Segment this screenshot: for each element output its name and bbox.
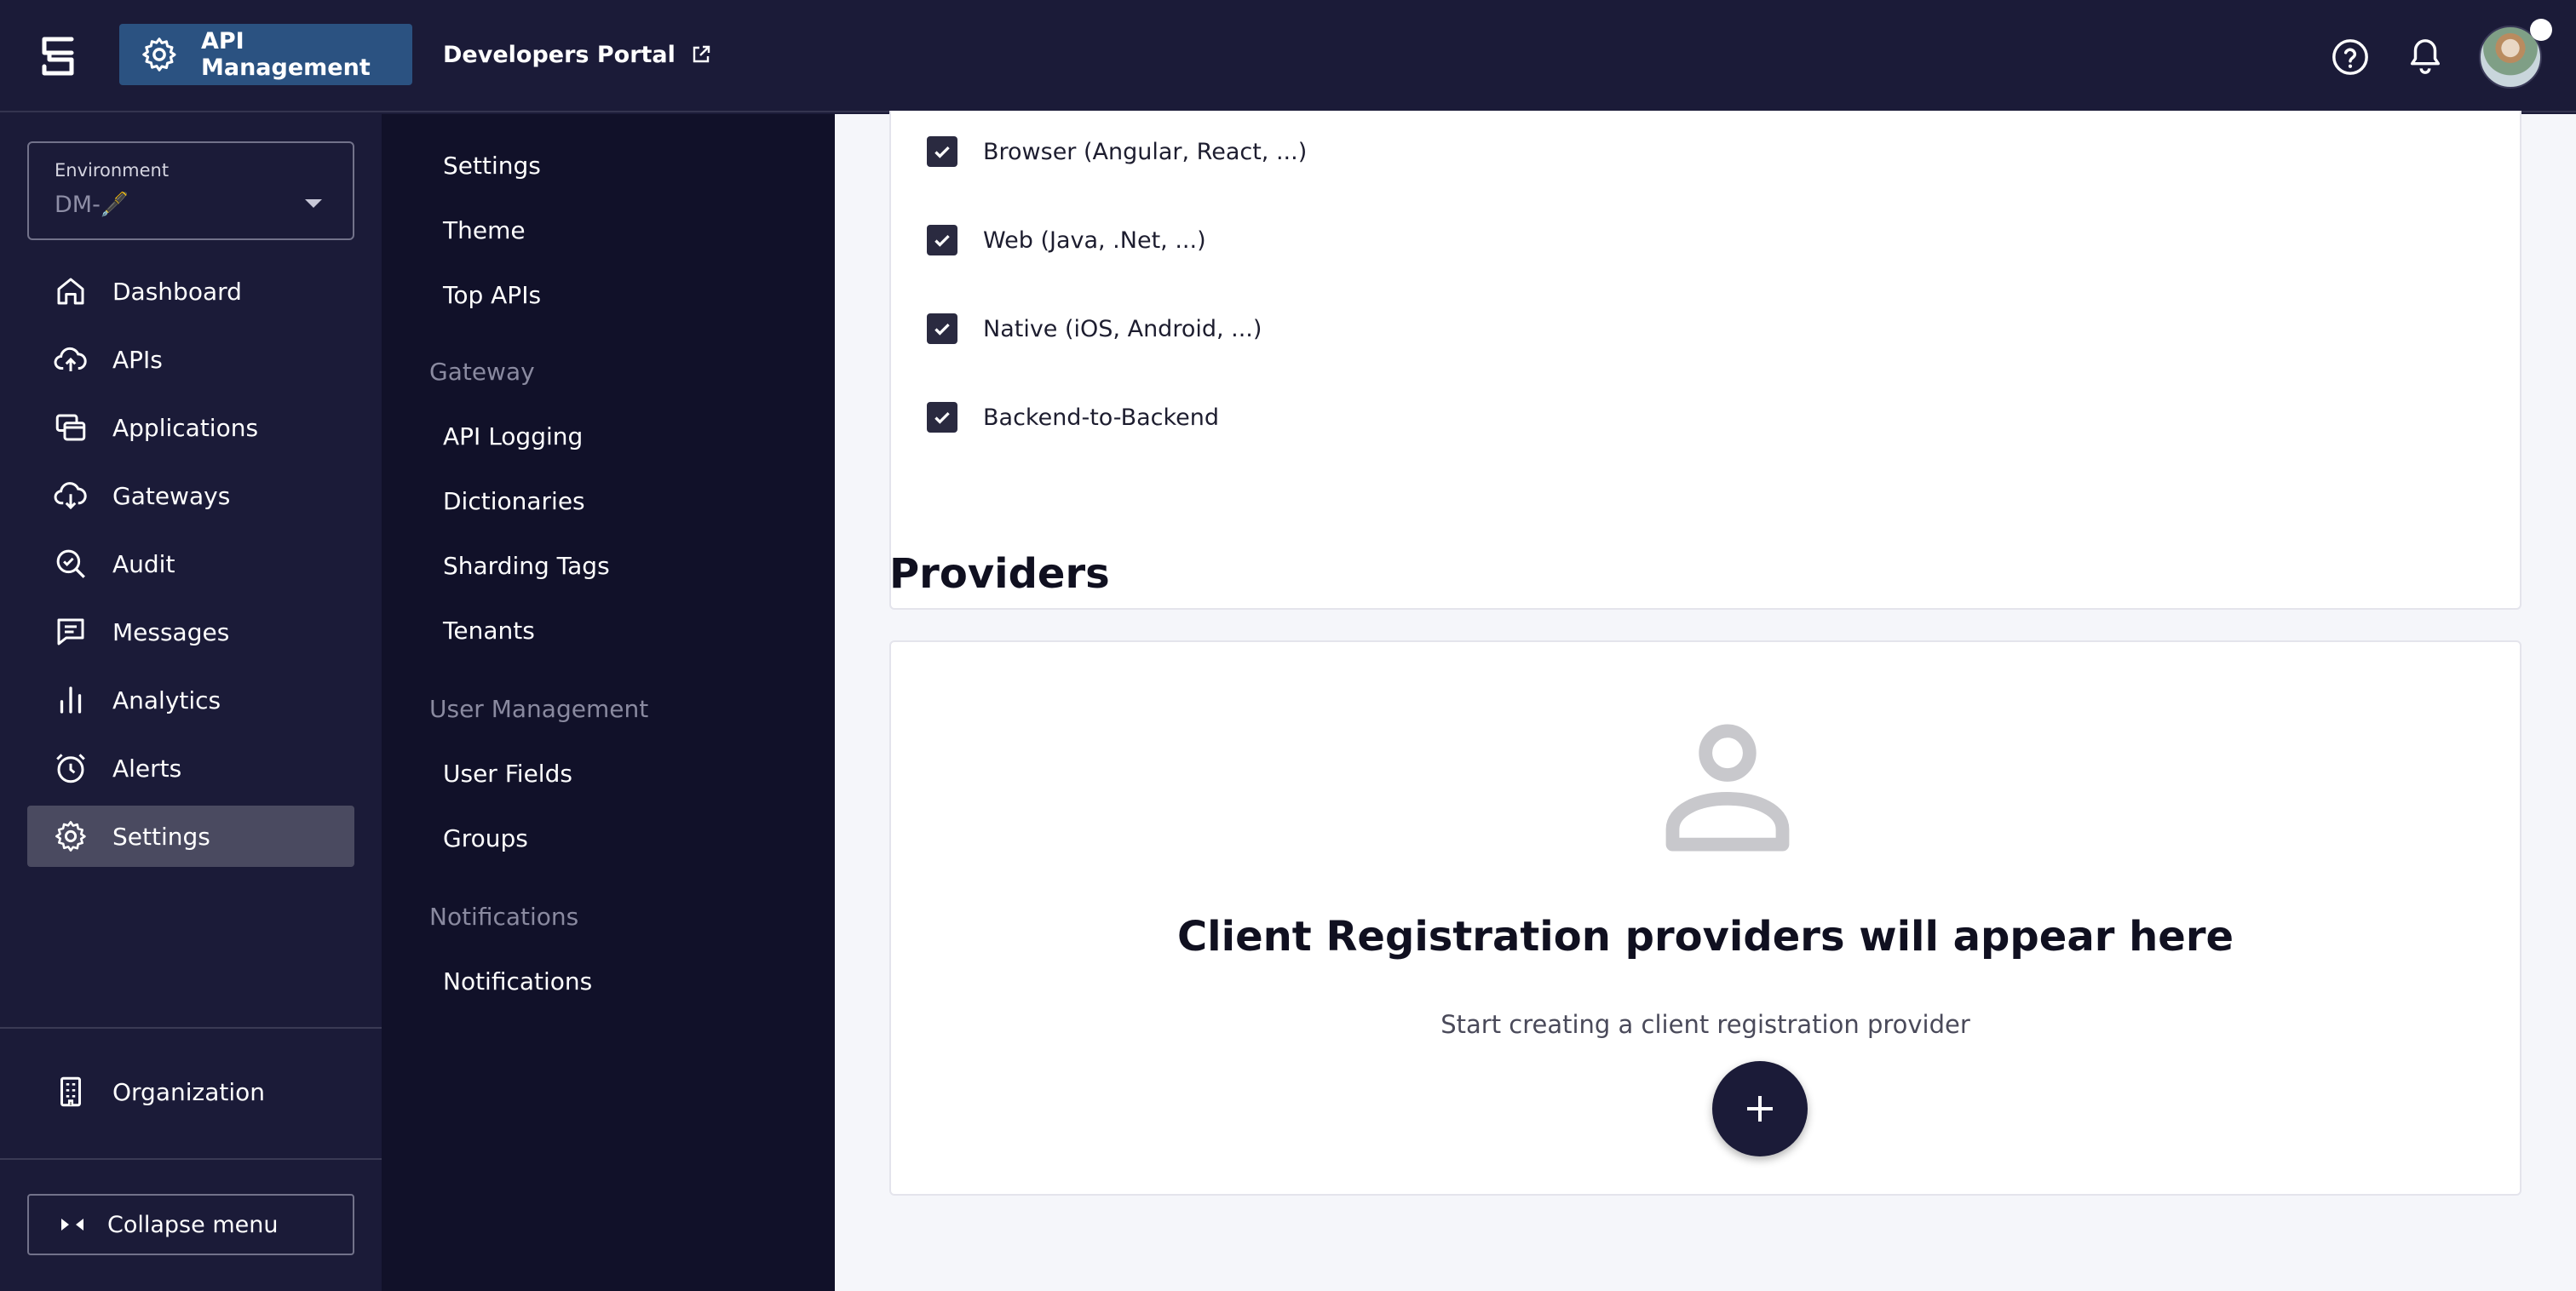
- building-icon: [60, 1076, 81, 1107]
- alarm-icon: [56, 754, 85, 783]
- top-bar: API Management Developers Portal: [0, 0, 2576, 112]
- submenu-item-tenants[interactable]: Tenants: [443, 617, 535, 645]
- nav-divider: [0, 1027, 382, 1029]
- collapse-arrows-icon: [61, 1219, 83, 1231]
- nav-item-messages[interactable]: Messages: [27, 601, 354, 663]
- environment-value: DM-🖋️: [55, 192, 129, 218]
- collapse-menu-label: Collapse menu: [107, 1211, 279, 1238]
- client-types-card: [889, 111, 2521, 610]
- submenu-item-api-logging[interactable]: API Logging: [443, 422, 583, 450]
- nav-item-label: Dashboard: [112, 277, 242, 306]
- checkbox-checked[interactable]: [927, 136, 957, 167]
- client-type-label: Browser (Angular, React, ...): [983, 138, 1308, 165]
- submenu-item-dictionaries[interactable]: Dictionaries: [443, 487, 585, 515]
- nav-item-label: Analytics: [112, 686, 221, 714]
- submenu-item-notifications[interactable]: Notifications: [443, 967, 592, 996]
- providers-empty-card: Client Registration providers will appea…: [889, 640, 2521, 1196]
- nav-item-label: APIs: [112, 345, 163, 374]
- nav-item-organization[interactable]: Organization: [27, 1061, 354, 1122]
- client-type-label: Web (Java, .Net, ...): [983, 227, 1206, 254]
- cloud-download-icon: [54, 482, 87, 510]
- check-icon: [934, 411, 950, 424]
- gravitee-logo-icon[interactable]: [37, 34, 78, 78]
- add-provider-button[interactable]: [1712, 1061, 1808, 1156]
- submenu-group-notifications: Notifications: [429, 903, 579, 931]
- nav-item-label: Settings: [112, 822, 210, 851]
- message-icon: [57, 618, 84, 646]
- developers-portal-label: Developers Portal: [443, 41, 676, 68]
- avatar-status-dot: [2530, 19, 2552, 41]
- nav-item-label: Organization: [112, 1077, 266, 1106]
- collapse-menu-button[interactable]: Collapse menu: [27, 1194, 354, 1255]
- nav-item-audit[interactable]: Audit: [27, 533, 354, 594]
- nav-item-label: Gateways: [112, 481, 231, 510]
- api-management-label: API Management: [200, 28, 371, 81]
- empty-state-title: Client Registration providers will appea…: [1176, 913, 2234, 961]
- submenu-group-gateway: Gateway: [429, 358, 535, 386]
- bell-icon[interactable]: [2406, 36, 2445, 78]
- client-type-row[interactable]: Web (Java, .Net, ...): [927, 225, 1206, 255]
- nav-item-apis[interactable]: APIs: [27, 329, 354, 390]
- submenu-item-user-fields[interactable]: User Fields: [443, 760, 572, 788]
- nav-item-label: Audit: [112, 549, 175, 578]
- submenu-item-top-apis[interactable]: Top APIs: [443, 281, 541, 309]
- check-icon: [934, 234, 950, 247]
- submenu-item-groups[interactable]: Groups: [443, 824, 528, 852]
- left-navigation: Environment DM-🖋️ Dashboard APIs Applica…: [0, 114, 382, 1291]
- plus-icon: [1747, 1096, 1773, 1122]
- nav-item-label: Messages: [112, 617, 230, 646]
- nav-item-alerts[interactable]: Alerts: [27, 737, 354, 799]
- nav-item-analytics[interactable]: Analytics: [27, 669, 354, 731]
- check-icon: [934, 146, 950, 158]
- environment-label: Environment: [55, 160, 170, 181]
- client-type-row[interactable]: Native (iOS, Android, ...): [927, 313, 1262, 344]
- client-type-row[interactable]: Backend-to-Backend: [927, 402, 1219, 433]
- client-type-label: Backend-to-Backend: [983, 404, 1220, 431]
- nav-divider: [0, 1158, 382, 1160]
- client-type-label: Native (iOS, Android, ...): [983, 315, 1262, 342]
- applications-icon: [55, 414, 86, 441]
- developers-portal-link[interactable]: Developers Portal: [443, 24, 711, 85]
- person-icon: [1665, 724, 1790, 852]
- checkbox-checked[interactable]: [927, 225, 957, 255]
- environment-select[interactable]: Environment DM-🖋️: [27, 141, 354, 240]
- submenu-item-sharding-tags[interactable]: Sharding Tags: [443, 552, 610, 580]
- home-icon: [57, 278, 84, 305]
- checkbox-checked[interactable]: [927, 402, 957, 433]
- providers-heading: Providers: [889, 550, 1110, 598]
- nav-item-dashboard[interactable]: Dashboard: [27, 261, 354, 322]
- submenu-item-settings[interactable]: Settings: [443, 152, 541, 180]
- bar-chart-icon: [60, 686, 82, 714]
- check-icon: [934, 323, 950, 336]
- gear-icon: [55, 821, 86, 852]
- empty-state-subtitle: Start creating a client registration pro…: [1440, 1010, 1970, 1039]
- main-content: Browser (Angular, React, ...) Web (Java,…: [835, 111, 2576, 1291]
- api-management-button[interactable]: API Management: [119, 24, 412, 85]
- nav-item-label: Applications: [112, 413, 259, 442]
- nav-item-label: Alerts: [112, 754, 182, 783]
- settings-submenu: Settings Theme Top APIs Gateway API Logg…: [382, 114, 835, 1291]
- gear-icon: [142, 37, 176, 72]
- external-link-icon: [693, 45, 710, 63]
- audit-search-icon: [56, 549, 85, 578]
- submenu-item-theme[interactable]: Theme: [443, 216, 526, 244]
- submenu-group-user-management: User Management: [429, 695, 649, 723]
- client-type-row[interactable]: Browser (Angular, React, ...): [927, 136, 1307, 167]
- help-icon[interactable]: [2331, 37, 2370, 77]
- cloud-upload-icon: [54, 347, 87, 371]
- nav-item-applications[interactable]: Applications: [27, 397, 354, 458]
- caret-down-icon: [305, 199, 322, 208]
- checkbox-checked[interactable]: [927, 313, 957, 344]
- nav-item-settings[interactable]: Settings: [27, 806, 354, 867]
- nav-item-gateways[interactable]: Gateways: [27, 465, 354, 526]
